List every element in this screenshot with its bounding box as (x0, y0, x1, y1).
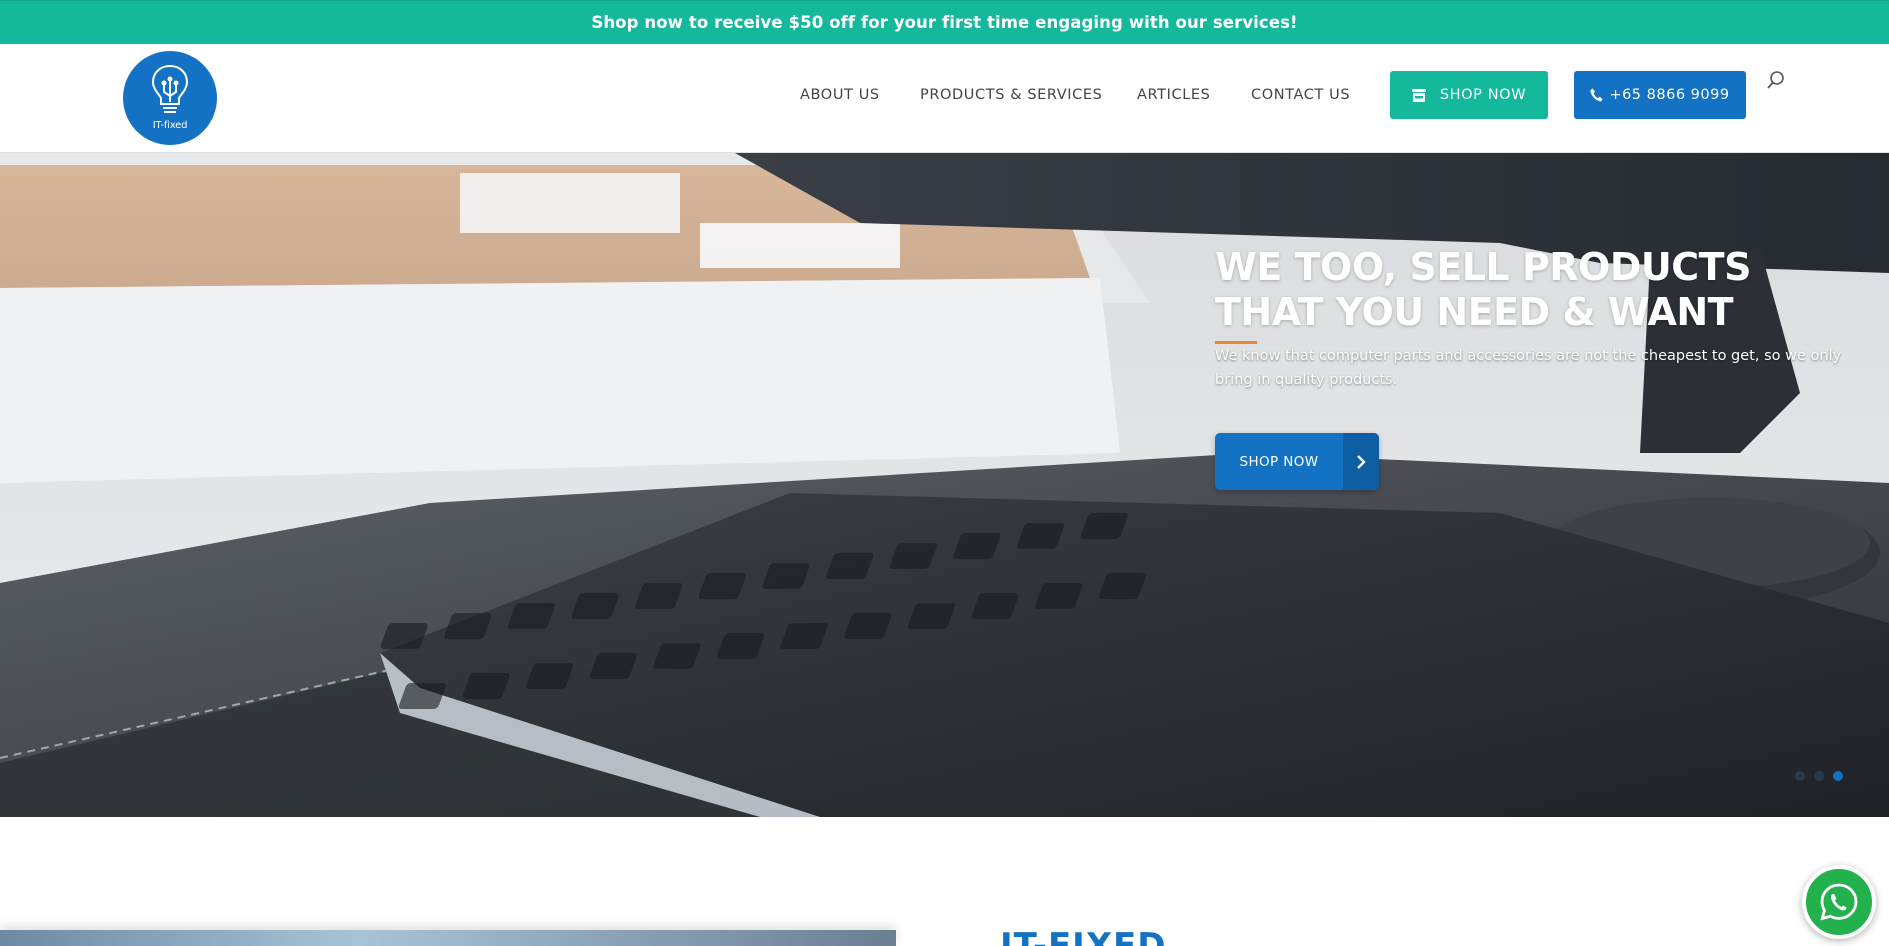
slider-dots (1795, 771, 1843, 781)
hero-shop-now-button[interactable]: SHOP NOW (1215, 433, 1379, 490)
header-phone-button[interactable]: +65 8866 9099 (1574, 71, 1746, 119)
lightbulb-circuit-icon (151, 64, 189, 113)
hero-subtitle: We know that computer parts and accessor… (1215, 348, 1842, 388)
header-shop-now-label: SHOP NOW (1439, 87, 1527, 103)
search-icon (1767, 71, 1784, 89)
about-image (0, 930, 896, 946)
store-icon (1411, 88, 1426, 102)
search-button[interactable] (1766, 70, 1786, 92)
whatsapp-button[interactable] (1802, 865, 1876, 939)
slider-dot-active[interactable] (1833, 771, 1843, 781)
nav-articles[interactable]: ARTICLES (1137, 87, 1210, 103)
slider-dot[interactable] (1795, 771, 1805, 781)
promo-bar: Shop now to receive $50 off for your fir… (0, 0, 1889, 44)
nav-about-us[interactable]: ABOUT US (800, 87, 880, 103)
slider-dot[interactable] (1814, 771, 1824, 781)
whatsapp-icon (1820, 883, 1858, 921)
hero-slider: WE TOO, SELL PRODUCTS THAT YOU NEED & WA… (0, 153, 1889, 817)
phone-icon (1590, 88, 1604, 102)
nav-products-services[interactable]: PRODUCTS & SERVICES (920, 87, 1102, 103)
header-phone-label: +65 8866 9099 (1609, 87, 1730, 103)
site-logo[interactable]: IT-fixed (123, 51, 217, 145)
hero-title: WE TOO, SELL PRODUCTS THAT YOU NEED & WA… (1215, 245, 1751, 334)
about-heading: IT-FIXED (1000, 926, 1167, 946)
promo-text: Shop now to receive $50 off for your fir… (591, 13, 1298, 32)
logo-text: IT-fixed (152, 120, 188, 131)
hero-shop-now-label: SHOP NOW (1239, 453, 1319, 470)
nav-contact-us[interactable]: CONTACT US (1251, 87, 1350, 103)
chevron-right-icon (1343, 433, 1379, 490)
header-shop-now-button[interactable]: SHOP NOW (1390, 71, 1548, 119)
site-header: IT-fixed ABOUT US PRODUCTS & SERVICES AR… (0, 44, 1889, 153)
